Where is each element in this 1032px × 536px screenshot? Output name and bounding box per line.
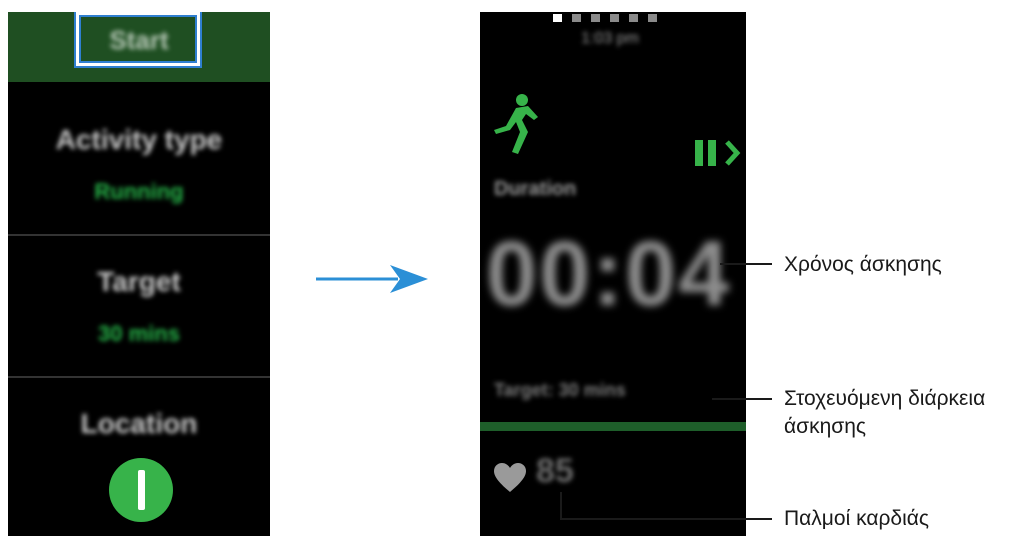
workout-duration-value: 00:04 [486,223,732,325]
target-title[interactable]: Target [8,266,270,298]
page-dot [629,14,638,22]
page-dot-active [553,14,562,22]
left-watch-screen: Start Activity type Running Target 30 mi… [8,12,270,536]
divider [8,376,270,378]
divider [8,234,270,236]
activity-type-value[interactable]: Running [8,179,270,205]
page-dot [648,14,657,22]
activity-type-title[interactable]: Activity type [8,124,270,156]
location-on-icon [138,470,145,510]
pause-next-button[interactable] [693,138,745,168]
callout-workout-time: Χρόνος άσκησης [784,253,942,276]
page-dot [572,14,581,22]
heart-icon [494,463,526,492]
callout-line-heart-rate [560,518,772,520]
target-duration-label: Target: 30 mins [494,380,626,400]
callout-line-workout-time [720,263,772,265]
callout-heart-rate: Παλμοί καρδιάς [784,507,930,530]
right-watch-screen: 1:03 pm Duration 00:04 Target: 30 mins 8… [480,12,746,536]
heart-rate-value: 85 [536,452,574,490]
callout-line-target-duration [712,398,772,400]
duration-label: Duration [494,178,577,200]
target-progress-bar [480,422,746,431]
transition-arrow-icon [316,265,428,293]
location-title[interactable]: Location [8,408,270,440]
running-icon [494,94,538,154]
start-highlight-box [74,12,202,68]
callout-target-duration-line1: Στοχευόμενη διάρκεια [784,387,986,410]
target-value[interactable]: 30 mins [8,321,270,347]
callout-line-heart-rate-vertical [560,492,562,520]
callout-target-duration-line2: άσκησης [784,415,867,438]
clock-text: 1:03 pm [581,30,639,47]
page-dot [610,14,619,22]
page-dot [591,14,600,22]
